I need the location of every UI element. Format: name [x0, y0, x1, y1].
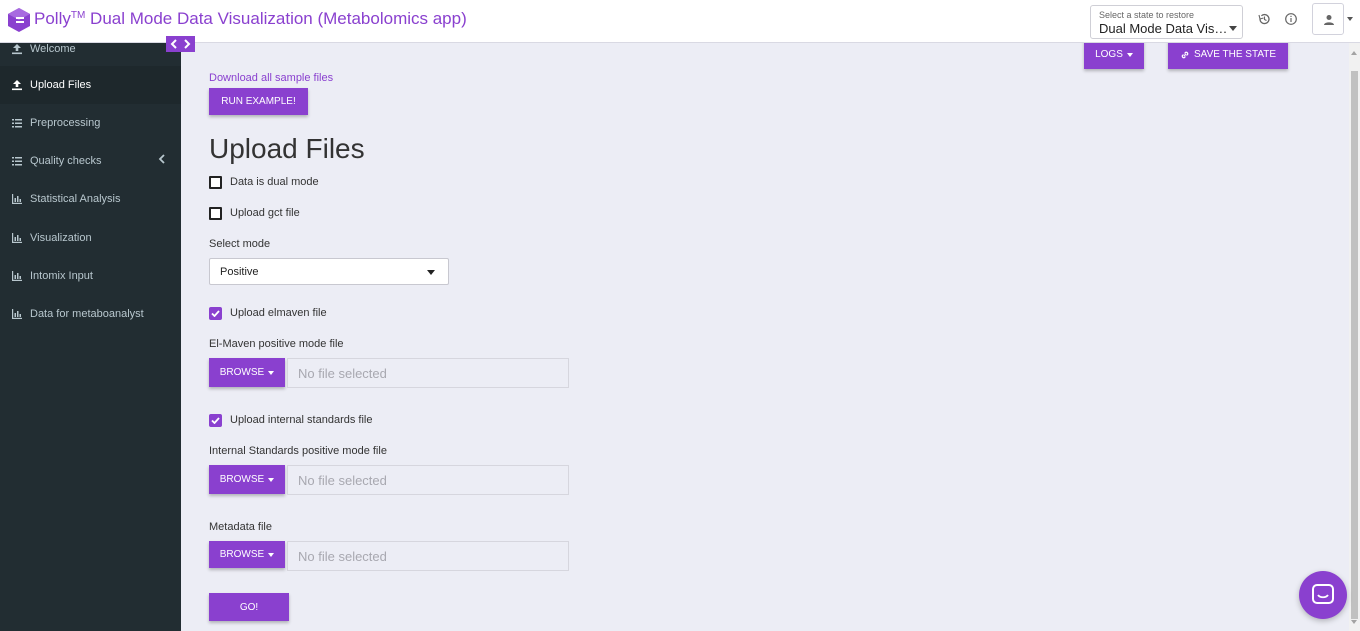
- sidebar-toggle-button[interactable]: [166, 36, 195, 52]
- state-select-label: Select a state to restore: [1099, 10, 1195, 20]
- elmaven-file-input[interactable]: No file selected: [287, 358, 569, 388]
- expand-arrows-icon: [170, 39, 191, 49]
- user-icon: [1324, 15, 1334, 25]
- internal-file-input[interactable]: No file selected: [287, 465, 569, 495]
- sidebar-item-data-for-metaboanalyst[interactable]: Data for metaboanalyst: [0, 295, 181, 333]
- select-mode-dropdown[interactable]: Positive: [209, 258, 449, 285]
- user-menu-caret-icon[interactable]: [1347, 17, 1353, 21]
- chat-icon: [1312, 584, 1334, 604]
- chat-launcher-button[interactable]: [1299, 571, 1347, 619]
- internal-file-label: Internal Standards positive mode file: [209, 445, 387, 457]
- scroll-up-icon[interactable]: [1351, 51, 1357, 55]
- upload-icon: [12, 80, 22, 91]
- trademark: TM: [70, 10, 86, 21]
- sidebar-item-intomix-input[interactable]: Intomix Input: [0, 257, 181, 295]
- save-state-button[interactable]: SAVE THE STATE: [1168, 40, 1288, 69]
- app-title: PollyTM Dual Mode Data Visualization (Me…: [34, 9, 467, 28]
- app-header: PollyTM Dual Mode Data Visualization (Me…: [0, 0, 1360, 43]
- link-icon: [1181, 51, 1189, 58]
- polly-logo-icon: [8, 8, 30, 32]
- internal-standards-checkbox[interactable]: [209, 414, 222, 427]
- list-icon: [12, 157, 22, 166]
- caret-down-icon: [1229, 26, 1237, 31]
- internal-standards-label: Upload internal standards file: [230, 414, 373, 426]
- sidebar-item-label: Intomix Input: [30, 270, 93, 282]
- list-icon: [12, 119, 22, 128]
- user-menu-button[interactable]: [1312, 3, 1344, 35]
- select-mode-value: Positive: [220, 266, 259, 278]
- sidebar-item-label: Welcome: [30, 43, 76, 55]
- file-placeholder: No file selected: [298, 366, 387, 381]
- scroll-down-icon[interactable]: [1351, 620, 1357, 624]
- metadata-file-label: Metadata file: [209, 521, 272, 533]
- info-icon[interactable]: [1284, 12, 1298, 26]
- sidebar-item-label: Data for metaboanalyst: [30, 308, 144, 320]
- sidebar-item-upload-files[interactable]: Upload Files: [0, 66, 181, 104]
- dual-mode-label: Data is dual mode: [230, 176, 319, 188]
- sidebar-item-label: Quality checks: [30, 155, 102, 167]
- state-select-value: Dual Mode Data Visu...: [1099, 21, 1229, 36]
- caret-down-icon: [268, 477, 275, 482]
- gct-file-label: Upload gct file: [230, 207, 300, 219]
- metadata-file-input[interactable]: No file selected: [287, 541, 569, 571]
- bar-chart-icon: [12, 309, 22, 319]
- elmaven-label: Upload elmaven file: [230, 307, 327, 319]
- sidebar-item-label: Upload Files: [30, 79, 92, 91]
- file-placeholder: No file selected: [298, 549, 387, 564]
- dual-mode-checkbox[interactable]: [209, 176, 222, 189]
- history-icon[interactable]: [1257, 12, 1271, 26]
- sidebar-item-quality-checks[interactable]: Quality checks: [0, 142, 181, 180]
- chevron-left-icon: [158, 154, 165, 164]
- sidebar-item-label: Visualization: [30, 232, 92, 244]
- internal-browse-button[interactable]: BROWSE: [209, 465, 285, 494]
- download-sample-files-link[interactable]: Download all sample files: [209, 72, 333, 84]
- sidebar: Welcome Upload Files Preprocessing Quali…: [0, 43, 181, 631]
- go-button[interactable]: GO!: [209, 593, 289, 621]
- upload-icon: [12, 44, 22, 55]
- state-restore-select[interactable]: Select a state to restore Dual Mode Data…: [1090, 5, 1243, 39]
- caret-down-icon: [1126, 52, 1133, 57]
- file-placeholder: No file selected: [298, 473, 387, 488]
- elmaven-file-label: El-Maven positive mode file: [209, 338, 344, 350]
- select-mode-label: Select mode: [209, 238, 271, 250]
- caret-down-icon: [268, 370, 275, 375]
- scroll-thumb[interactable]: [1351, 71, 1358, 619]
- bar-chart-icon: [12, 233, 22, 243]
- elmaven-browse-button[interactable]: BROWSE: [209, 358, 285, 387]
- caret-down-icon: [427, 270, 435, 275]
- bar-chart-icon: [12, 271, 22, 281]
- caret-down-icon: [268, 552, 275, 557]
- metadata-browse-button[interactable]: BROWSE: [209, 541, 285, 568]
- bar-chart-icon: [12, 194, 22, 204]
- page-title: Upload Files: [209, 133, 365, 164]
- sidebar-item-label: Statistical Analysis: [30, 193, 121, 205]
- sidebar-item-preprocessing[interactable]: Preprocessing: [0, 104, 181, 142]
- elmaven-checkbox[interactable]: [209, 307, 222, 320]
- checkmark-icon: [211, 310, 220, 317]
- checkmark-icon: [211, 417, 220, 424]
- logs-button[interactable]: LOGS: [1084, 40, 1144, 69]
- app-subtitle: Dual Mode Data Visualization (Metabolomi…: [90, 9, 467, 28]
- page-scrollbar[interactable]: [1349, 43, 1360, 631]
- run-example-button[interactable]: RUN EXAMPLE!: [209, 88, 308, 115]
- sidebar-item-visualization[interactable]: Visualization: [0, 219, 181, 257]
- gct-file-checkbox[interactable]: [209, 207, 222, 220]
- sidebar-item-label: Preprocessing: [30, 117, 101, 129]
- sidebar-item-statistical-analysis[interactable]: Statistical Analysis: [0, 180, 181, 218]
